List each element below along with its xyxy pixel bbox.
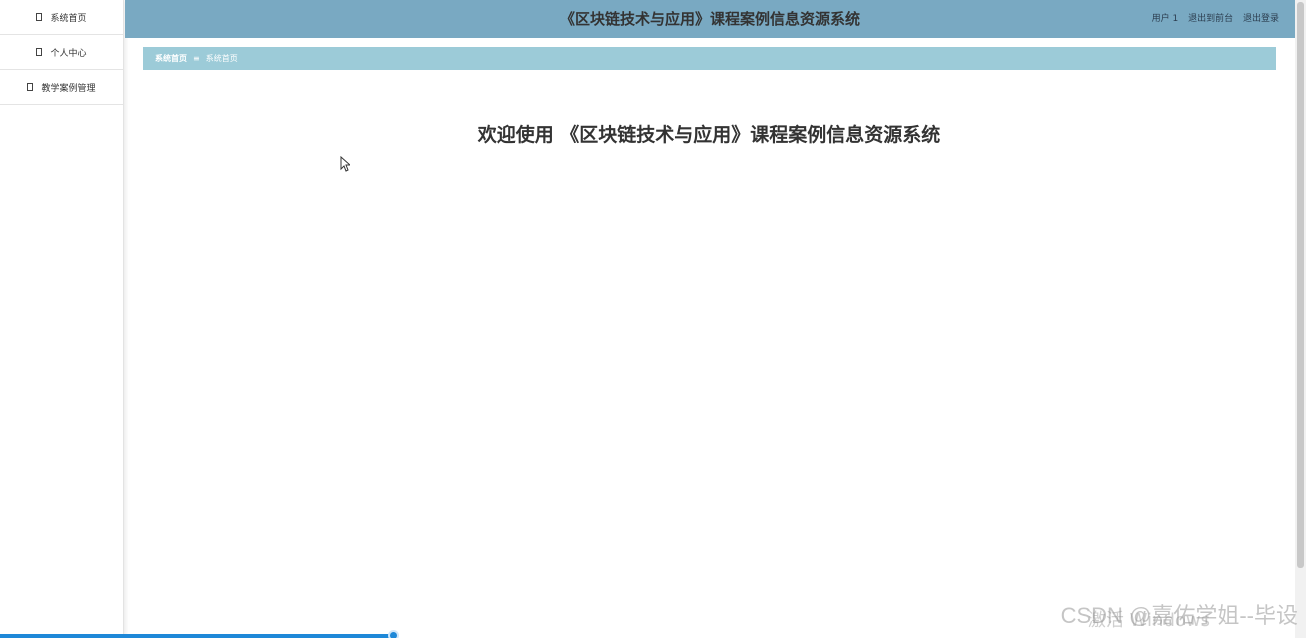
breadcrumb: 系统首页 ≡ 系统首页 xyxy=(143,47,1276,70)
sidebar-item-case-management[interactable]: 教学案例管理 xyxy=(0,70,123,105)
breadcrumb-current: 系统首页 xyxy=(205,54,238,63)
sidebar-item-home[interactable]: 系统首页 xyxy=(0,0,123,35)
user-label: 用户 1 xyxy=(1151,14,1179,24)
vertical-scrollbar[interactable] xyxy=(1295,0,1306,638)
sidebar-item-profile[interactable]: 个人中心 xyxy=(0,35,123,70)
app-window: 系统首页 个人中心 教学案例管理 《区块链技术与应用》课程案例信息资源系统 用户… xyxy=(0,0,1306,638)
system-title: 《区块链技术与应用》课程案例信息资源系统 xyxy=(559,10,860,28)
progress-knob[interactable] xyxy=(388,630,399,638)
header-links: 用户 1 退出到前台 退出登录 xyxy=(1145,0,1279,38)
top-header: 《区块链技术与应用》课程案例信息资源系统 用户 1 退出到前台 退出登录 xyxy=(125,0,1295,38)
scrollbar-thumb[interactable] xyxy=(1297,2,1304,568)
page-icon xyxy=(36,48,43,56)
sidebar: 系统首页 个人中心 教学案例管理 xyxy=(0,0,124,638)
progress-bar[interactable] xyxy=(0,630,399,638)
breadcrumb-separator: ≡ xyxy=(193,54,200,63)
mouse-cursor-icon xyxy=(340,155,352,176)
front-page-link[interactable]: 退出到前台 xyxy=(1188,14,1233,24)
csdn-watermark: CSDN @嘉佑学姐--毕设 xyxy=(1060,603,1298,628)
sidebar-item-label: 教学案例管理 xyxy=(41,83,96,94)
breadcrumb-root[interactable]: 系统首页 xyxy=(155,53,187,64)
page-icon xyxy=(27,83,34,91)
page-icon xyxy=(36,13,43,21)
sidebar-item-label: 系统首页 xyxy=(50,13,87,24)
sidebar-item-label: 个人中心 xyxy=(50,48,87,59)
welcome-heading: 欢迎使用 《区块链技术与应用》课程案例信息资源系统 xyxy=(477,124,941,146)
logout-link[interactable]: 退出登录 xyxy=(1243,14,1279,24)
